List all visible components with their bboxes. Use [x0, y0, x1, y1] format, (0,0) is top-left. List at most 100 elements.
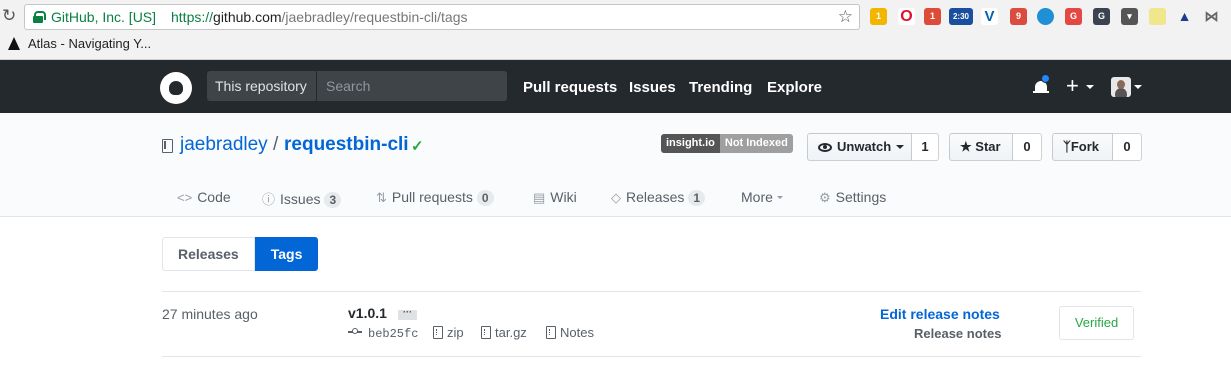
nav-issues[interactable]: Issues — [629, 79, 676, 96]
atlas-icon — [8, 37, 20, 50]
search-input[interactable] — [318, 71, 507, 101]
releases-subnav: Releases Tags — [162, 237, 319, 271]
insight-badge[interactable]: insight.io Not Indexed — [661, 134, 793, 153]
github-logo-icon[interactable] — [160, 72, 192, 104]
file-text-icon — [546, 326, 556, 339]
repo-name-link[interactable]: requestbin-cli — [284, 134, 409, 156]
tag-name-link[interactable]: v1.0.1 — [348, 305, 387, 321]
repo-icon — [162, 139, 173, 153]
url-text[interactable]: https://github.com/jaebradley/requestbin… — [171, 9, 468, 25]
tab-issues-label: Issues — [280, 191, 321, 207]
unread-dot — [1041, 74, 1050, 83]
note-extension-icon[interactable] — [1149, 8, 1166, 25]
tag-time-ago: 27 minutes ago — [162, 306, 258, 322]
notes-link[interactable]: Notes — [546, 325, 594, 340]
g-red-extension-icon[interactable]: G — [1065, 8, 1082, 25]
nav-pull-requests[interactable]: Pull requests — [523, 79, 617, 96]
zip-label: zip — [447, 325, 464, 340]
star-count[interactable]: 0 — [1013, 133, 1042, 161]
tab-code[interactable]: <> Code — [177, 189, 231, 205]
path-separator: / — [273, 134, 279, 155]
unwatch-label: Unwatch — [837, 139, 892, 154]
mail-badge: 1 — [929, 11, 935, 21]
gmail-icon[interactable]: 1 — [924, 8, 941, 25]
tab-issues[interactable]: ⓘ Issues 3 — [262, 189, 342, 208]
pocket-icon[interactable]: ▾ — [1121, 8, 1138, 25]
edit-release-notes-link[interactable]: Edit release notes — [880, 306, 1000, 322]
nav-trending[interactable]: Trending — [689, 79, 752, 96]
extension-badge: 1 — [875, 11, 881, 21]
create-new-icon[interactable]: + — [1066, 73, 1079, 99]
circle-extension-icon[interactable] — [1037, 8, 1054, 25]
expand-ellipsis-button[interactable]: ··· — [398, 308, 417, 320]
zip-file-icon — [481, 326, 491, 339]
eye-icon — [818, 143, 832, 152]
todo-badge: 9 — [1015, 11, 1021, 21]
divider — [162, 356, 1141, 357]
nav-explore[interactable]: Explore — [767, 79, 822, 96]
star-button[interactable]: ★ Star — [949, 133, 1013, 161]
opera-icon[interactable]: O — [898, 8, 915, 25]
book-icon: ▤ — [533, 190, 546, 205]
code-icon: <> — [177, 190, 193, 205]
commit-sha: beb25fc — [368, 327, 419, 341]
extension-first-icon[interactable]: 1 — [870, 8, 887, 25]
bookmark-item[interactable]: Atlas - Navigating Y... — [8, 36, 151, 51]
notes-label: Notes — [560, 325, 594, 340]
triangle-extension-icon[interactable]: ▲ — [1176, 8, 1193, 25]
repo-owner-link[interactable]: jaebradley — [180, 134, 268, 156]
check-icon: ✓ — [411, 138, 424, 155]
star-label: Star — [975, 139, 1001, 154]
unwatch-button[interactable]: Unwatch — [807, 133, 912, 161]
browser-chrome: ↻ GitHub, Inc. [US] https://github.com/j… — [0, 0, 1231, 60]
gear-icon: ⚙ — [819, 190, 831, 205]
create-caret-icon[interactable] — [1086, 85, 1094, 89]
avatar-caret-icon[interactable] — [1134, 85, 1142, 89]
zip-download-link[interactable]: zip — [433, 325, 464, 340]
fork-label: Fork — [1070, 139, 1099, 154]
search-scope[interactable]: This repository — [207, 71, 317, 101]
pulls-counter: 0 — [476, 190, 494, 206]
subnav-tags[interactable]: Tags — [254, 237, 319, 271]
notification-bell-icon[interactable] — [1033, 74, 1050, 96]
tab-settings[interactable]: ⚙ Settings — [819, 189, 886, 206]
todoist-icon[interactable]: 9 — [1010, 8, 1027, 25]
url-scheme: https:// — [171, 9, 214, 25]
zip-file-icon — [433, 326, 443, 339]
bookmark-star-icon[interactable]: ☆ — [838, 7, 853, 27]
tab-more[interactable]: More — [741, 189, 783, 205]
address-bar[interactable]: GitHub, Inc. [US] https://github.com/jae… — [24, 4, 860, 30]
insight-status: Not Indexed — [719, 134, 793, 153]
star-icon: ★ — [960, 139, 976, 154]
releases-counter: 1 — [688, 190, 706, 206]
commit-icon — [348, 328, 362, 334]
pull-request-icon: ⇅ — [376, 190, 387, 205]
security-label: GitHub, Inc. [US] — [51, 9, 157, 25]
lock-icon — [33, 11, 46, 23]
v-extension-icon[interactable]: V — [981, 8, 998, 25]
tab-releases-label: Releases — [626, 189, 685, 205]
search-box: This repository — [207, 71, 507, 101]
tab-pull-requests[interactable]: ⇅ Pull requests 0 — [376, 189, 494, 206]
targz-download-link[interactable]: tar.gz — [481, 325, 527, 340]
commit-link[interactable]: beb25fc — [348, 325, 418, 341]
subnav-releases[interactable]: Releases — [162, 237, 255, 271]
tab-releases[interactable]: ◇ Releases 1 — [611, 189, 706, 206]
tab-more-label: More — [741, 189, 773, 205]
issue-icon: ⓘ — [262, 192, 276, 207]
reload-icon[interactable]: ↻ — [2, 6, 20, 26]
targz-label: tar.gz — [495, 325, 527, 340]
bowtie-extension-icon[interactable]: ⋈ — [1203, 8, 1220, 25]
avatar[interactable] — [1111, 77, 1131, 97]
bookmark-label: Atlas - Navigating Y... — [28, 36, 152, 51]
tag-icon: ◇ — [611, 190, 621, 205]
timer-icon[interactable]: 2:30 — [949, 8, 973, 25]
fork-count[interactable]: 0 — [1113, 133, 1142, 161]
fork-button[interactable]: ᛉFork — [1052, 133, 1113, 161]
tab-code-label: Code — [197, 189, 231, 205]
caret-down-icon — [896, 145, 905, 149]
verified-badge[interactable]: Verified — [1059, 306, 1134, 340]
watch-count[interactable]: 1 — [912, 133, 939, 161]
tab-wiki[interactable]: ▤ Wiki — [533, 189, 577, 206]
g-dark-extension-icon[interactable]: G — [1093, 8, 1110, 25]
